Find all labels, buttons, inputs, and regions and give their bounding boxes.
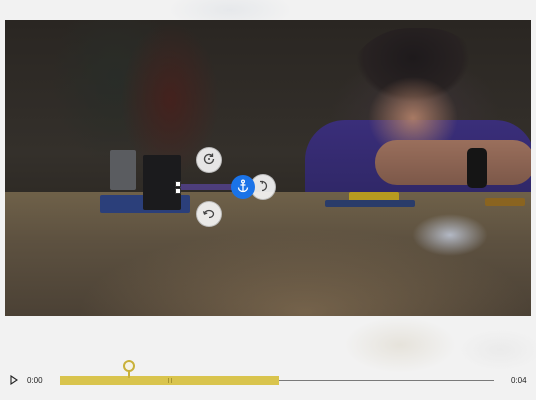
play-button[interactable] bbox=[10, 374, 20, 387]
rotate-icon bbox=[256, 179, 270, 196]
track-handle-bottom[interactable] bbox=[175, 188, 181, 194]
total-duration: 0:04 bbox=[511, 376, 527, 385]
selection-grip[interactable] bbox=[168, 378, 172, 383]
video-blurred-object bbox=[400, 205, 500, 265]
rotate-icon bbox=[202, 152, 216, 169]
video-person-arm bbox=[375, 140, 531, 185]
video-watch bbox=[467, 148, 487, 188]
rotate-icon bbox=[202, 206, 216, 223]
rotate-top-button[interactable] bbox=[196, 147, 222, 173]
anchor-button[interactable] bbox=[231, 175, 255, 199]
anchor-icon bbox=[236, 179, 250, 196]
track-handle-top[interactable] bbox=[175, 181, 181, 187]
rotate-bottom-button[interactable] bbox=[196, 201, 222, 227]
video-brick-grey bbox=[110, 150, 136, 190]
video-frame[interactable] bbox=[5, 20, 531, 316]
current-time: 0:00 bbox=[27, 376, 43, 385]
play-icon bbox=[10, 374, 18, 387]
playhead-handle[interactable] bbox=[123, 360, 135, 372]
